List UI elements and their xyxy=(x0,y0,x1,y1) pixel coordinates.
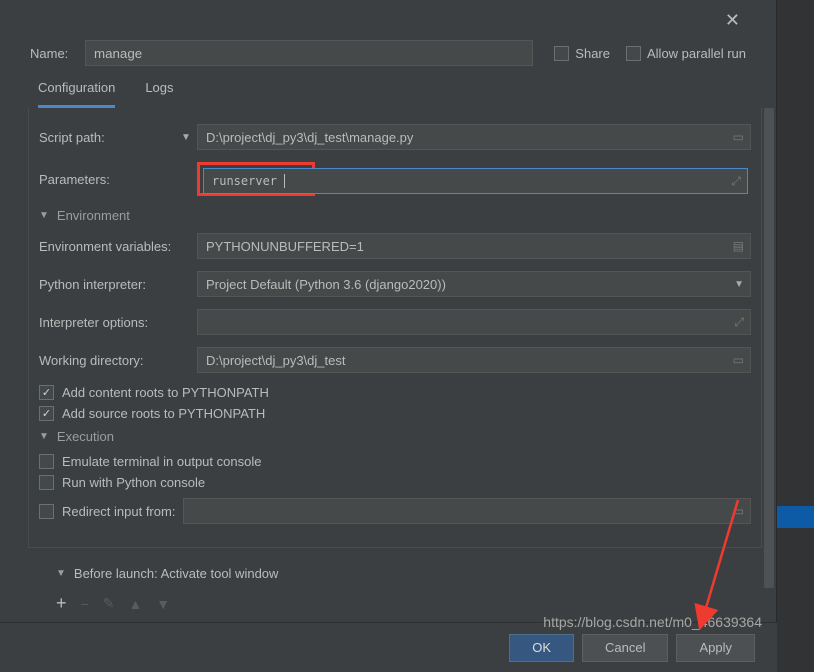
working-dir-label: Working directory: xyxy=(39,353,197,368)
tab-logs[interactable]: Logs xyxy=(145,80,173,108)
env-vars-row: Environment variables: ▤ xyxy=(39,233,751,259)
interpreter-label: Python interpreter: xyxy=(39,277,197,292)
scrollbar-thumb[interactable] xyxy=(764,108,774,588)
expand-icon[interactable]: ⤢ xyxy=(731,174,741,189)
interpreter-options-label: Interpreter options: xyxy=(39,315,197,330)
working-dir-input[interactable] xyxy=(206,353,742,368)
working-dir-field[interactable]: ▭ xyxy=(197,347,751,373)
allow-parallel-checkbox[interactable]: Allow parallel run xyxy=(626,46,746,61)
python-console-label: Run with Python console xyxy=(62,475,205,490)
environment-section-label: Environment xyxy=(57,208,130,223)
script-path-label: Script path: xyxy=(39,130,175,145)
configuration-panel: Script path: ▼ ▭ Parameters: ⤢ xyxy=(28,108,762,548)
down-icon: ▼ xyxy=(156,596,170,612)
add-source-roots-label: Add source roots to PYTHONPATH xyxy=(62,406,265,421)
before-launch-title: Before launch: Activate tool window xyxy=(74,566,279,581)
name-label: Name: xyxy=(30,46,85,61)
panel-wrap: Script path: ▼ ▭ Parameters: ⤢ xyxy=(0,108,776,672)
interpreter-row: Python interpreter: Project Default (Pyt… xyxy=(39,271,751,297)
ok-button[interactable]: OK xyxy=(509,634,574,662)
before-launch-header[interactable]: ▼ Before launch: Activate tool window xyxy=(56,566,748,581)
vertical-scrollbar[interactable] xyxy=(764,108,774,638)
chevron-down-icon: ▼ xyxy=(39,210,49,221)
folder-icon[interactable]: ▭ xyxy=(733,130,744,144)
remove-icon: − xyxy=(81,596,89,612)
emulate-terminal-label: Emulate terminal in output console xyxy=(62,454,261,469)
close-icon[interactable]: ✕ xyxy=(725,10,740,31)
name-row: Name: Share Allow parallel run xyxy=(0,0,776,66)
chevron-down-icon: ▼ xyxy=(56,568,66,579)
env-vars-input[interactable] xyxy=(206,239,742,254)
redirect-input-label: Redirect input from: xyxy=(62,504,175,519)
chevron-down-icon: ▼ xyxy=(734,279,744,290)
add-content-roots-checkbox[interactable]: Add content roots to PYTHONPATH xyxy=(39,385,751,400)
dialog-button-bar: OK Cancel Apply xyxy=(0,622,777,672)
interpreter-field[interactable]: Project Default (Python 3.6 (django2020)… xyxy=(197,271,751,297)
parameters-field[interactable]: ⤢ xyxy=(203,168,748,194)
before-launch-toolbar: + − ✎ ▲ ▼ xyxy=(56,593,748,614)
working-dir-row: Working directory: ▭ xyxy=(39,347,751,373)
run-configuration-dialog: ✕ Name: Share Allow parallel run Configu… xyxy=(0,0,777,672)
redirect-input-row: Redirect input from: ▭ xyxy=(39,498,751,524)
parameters-label: Parameters: xyxy=(39,172,197,187)
editor-selection-stripe xyxy=(777,506,814,528)
interpreter-options-input[interactable] xyxy=(206,315,742,330)
folder-icon[interactable]: ▭ xyxy=(733,504,744,518)
add-source-roots-checkbox[interactable]: Add source roots to PYTHONPATH xyxy=(39,406,751,421)
redirect-input-field[interactable]: ▭ xyxy=(183,498,751,524)
name-input[interactable] xyxy=(85,40,533,66)
edit-icon: ✎ xyxy=(103,595,115,612)
execution-section-header[interactable]: ▼ Execution xyxy=(39,429,751,444)
script-path-row: Script path: ▼ ▭ xyxy=(39,124,751,150)
redirect-input-checkbox[interactable]: Redirect input from: xyxy=(39,504,175,519)
text-caret xyxy=(284,174,285,188)
apply-button[interactable]: Apply xyxy=(676,634,755,662)
list-icon[interactable]: ▤ xyxy=(733,239,744,253)
interpreter-options-row: Interpreter options: ⤢ xyxy=(39,309,751,335)
allow-parallel-label: Allow parallel run xyxy=(647,46,746,61)
interpreter-options-field[interactable]: ⤢ xyxy=(197,309,751,335)
interpreter-value: Project Default (Python 3.6 (django2020)… xyxy=(206,277,446,292)
expand-icon[interactable]: ⤢ xyxy=(734,315,744,330)
tab-configuration[interactable]: Configuration xyxy=(38,80,115,108)
cancel-button[interactable]: Cancel xyxy=(582,634,668,662)
script-path-field[interactable]: ▭ xyxy=(197,124,751,150)
env-vars-field[interactable]: ▤ xyxy=(197,233,751,259)
environment-section-header[interactable]: ▼ Environment xyxy=(39,208,751,223)
parameters-highlight: ⤢ xyxy=(197,162,315,196)
share-checkbox[interactable]: Share xyxy=(554,46,610,61)
execution-section-label: Execution xyxy=(57,429,114,444)
add-icon[interactable]: + xyxy=(56,593,67,614)
python-console-checkbox[interactable]: Run with Python console xyxy=(39,475,751,490)
tabs: Configuration Logs xyxy=(0,66,776,108)
parameters-row: Parameters: ⤢ xyxy=(39,162,751,196)
redirect-input-input[interactable] xyxy=(192,504,742,519)
env-vars-label: Environment variables: xyxy=(39,239,197,254)
share-label: Share xyxy=(575,46,610,61)
add-content-roots-label: Add content roots to PYTHONPATH xyxy=(62,385,269,400)
emulate-terminal-checkbox[interactable]: Emulate terminal in output console xyxy=(39,454,751,469)
editor-background xyxy=(777,0,814,672)
up-icon: ▲ xyxy=(128,596,142,612)
chevron-down-icon: ▼ xyxy=(39,431,49,442)
script-path-input[interactable] xyxy=(206,130,742,145)
script-path-type-dropdown[interactable]: ▼ xyxy=(175,132,197,143)
parameters-input[interactable] xyxy=(212,174,284,188)
folder-icon[interactable]: ▭ xyxy=(733,353,744,367)
